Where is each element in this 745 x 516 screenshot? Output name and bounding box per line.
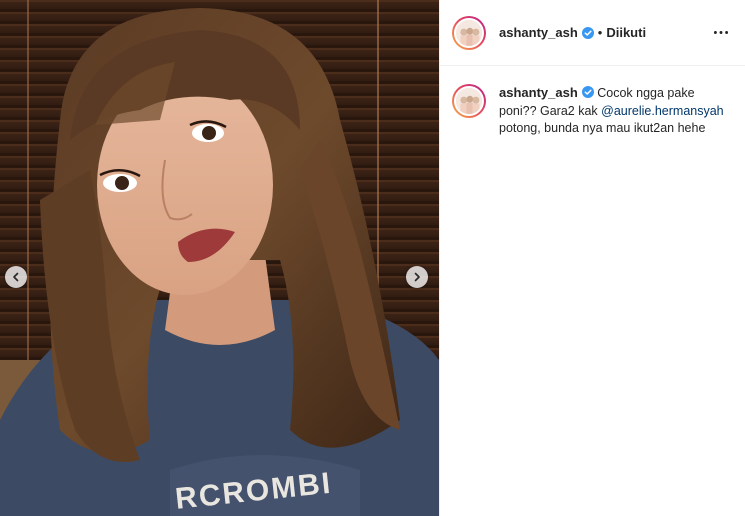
post-side-panel: ashanty_ash • Diikuti ashanty_ash Cocok … [439, 0, 745, 516]
next-image-button[interactable] [406, 266, 428, 288]
post-media[interactable]: RCROMBI [0, 0, 439, 516]
avatar-photo [456, 88, 482, 114]
mention-link[interactable]: @aurelie.hermansyah [601, 104, 723, 118]
avatar-image [454, 86, 484, 116]
avatar-photo [456, 19, 482, 46]
avatar[interactable] [452, 15, 486, 50]
post-caption: ashanty_ash Cocok ngga pake poni?? Gara2… [440, 66, 745, 138]
caption-body-end: potong, bunda nya mau ikut2an hehe [499, 121, 706, 135]
previous-image-button[interactable] [5, 266, 27, 288]
post-header: ashanty_ash • Diikuti [440, 0, 745, 66]
chevron-left-icon [13, 272, 19, 282]
follow-status-button[interactable]: Diikuti [606, 25, 646, 40]
caption-avatar[interactable] [452, 84, 486, 118]
chevron-right-icon [414, 272, 420, 282]
instagram-post: RCROMBI ashanty_ash • Diikuti ashanty_as… [0, 0, 745, 516]
verified-badge-icon [581, 86, 594, 98]
header-username[interactable]: ashanty_ash [499, 25, 578, 40]
avatar-image [454, 17, 484, 48]
verified-badge-icon [581, 26, 594, 39]
more-options-button[interactable] [709, 21, 733, 45]
caption-text: ashanty_ash Cocok ngga pake poni?? Gara2… [499, 84, 729, 138]
more-options-icon [713, 31, 729, 34]
separator-dot: • [597, 25, 603, 40]
post-photo: RCROMBI [0, 0, 439, 516]
caption-username[interactable]: ashanty_ash [499, 85, 578, 100]
